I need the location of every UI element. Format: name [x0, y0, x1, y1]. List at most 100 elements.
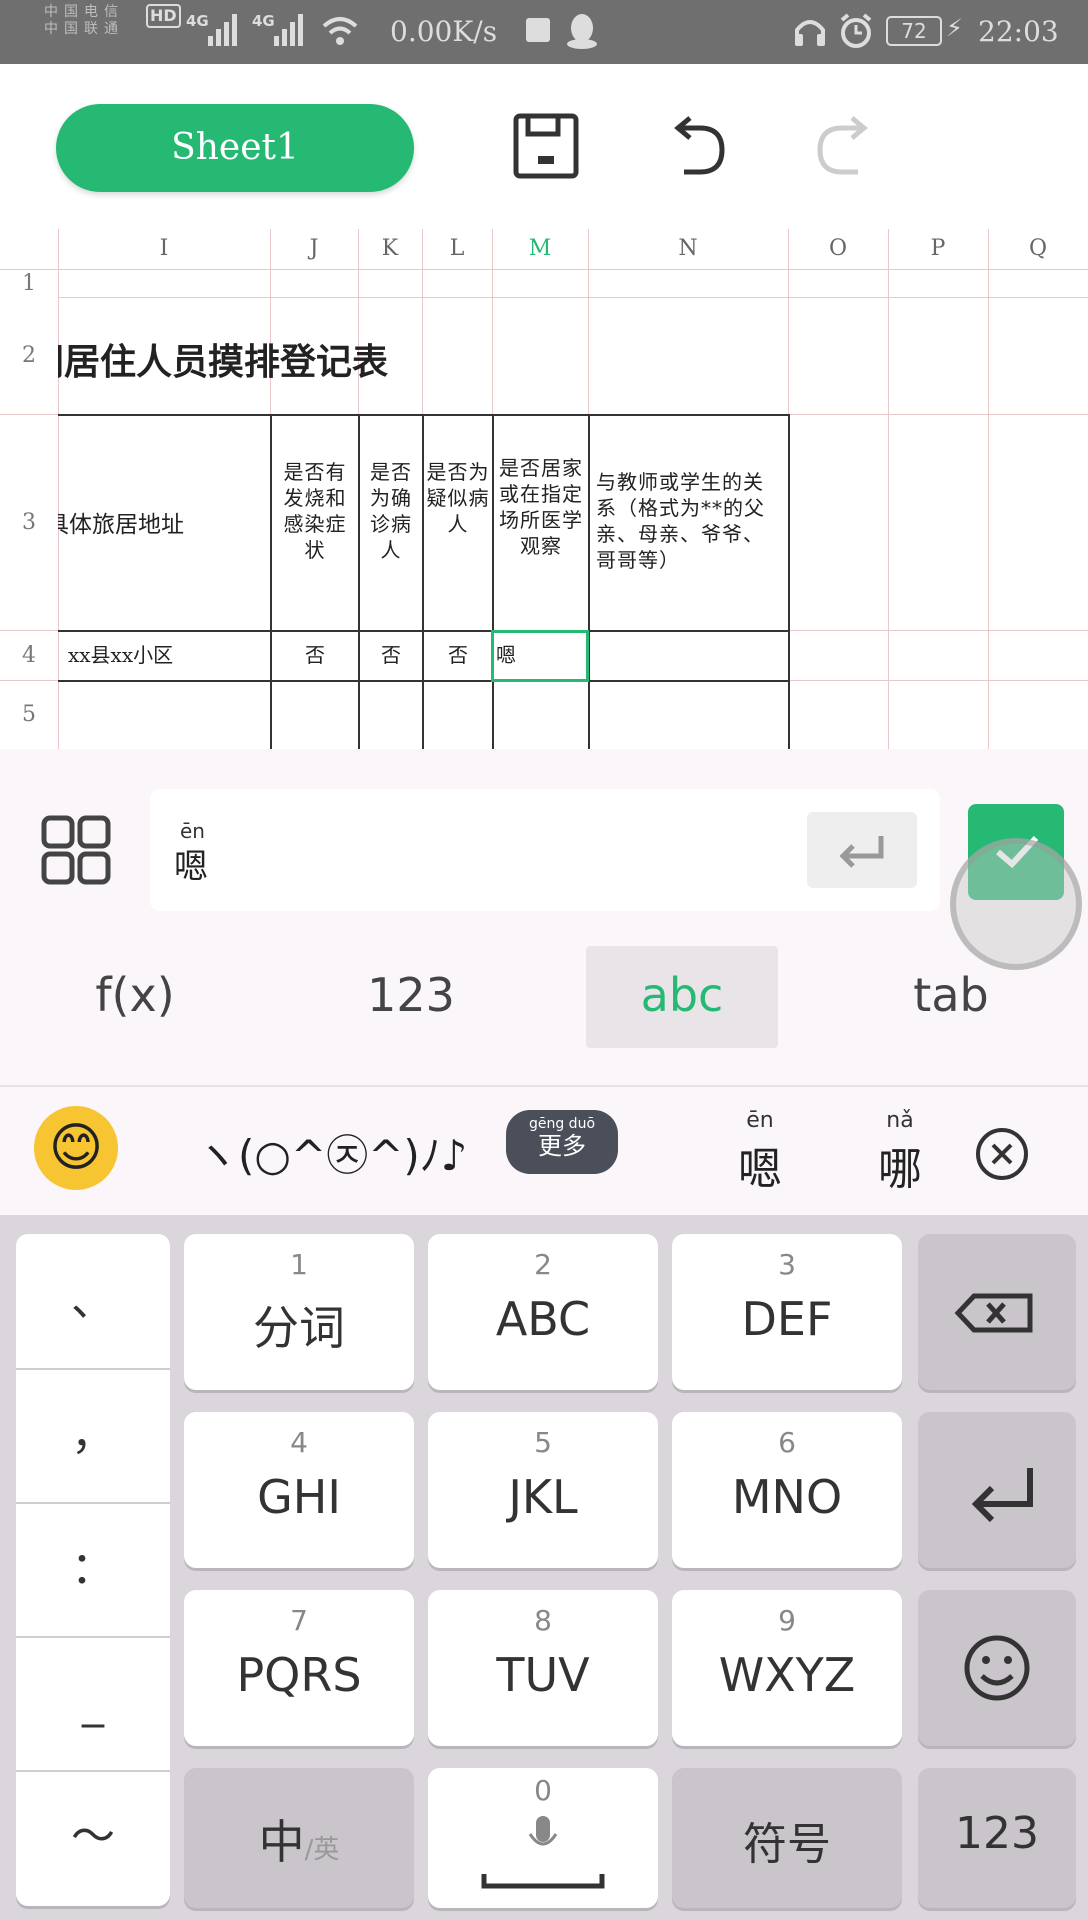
signal-icon — [274, 14, 303, 46]
close-icon[interactable] — [974, 1126, 1030, 1182]
key-label: MNO — [731, 1470, 843, 1524]
key-label: WXYZ — [718, 1648, 856, 1702]
cell-J4[interactable]: 否 — [272, 630, 358, 680]
column-header[interactable]: I — [58, 229, 270, 269]
more-candidates-button[interactable]: gēng duō 更多 — [506, 1110, 618, 1174]
key-label: 符号 — [743, 1819, 831, 1870]
column-header[interactable]: J — [270, 229, 358, 269]
column-header[interactable]: P — [888, 229, 988, 269]
enter-button[interactable] — [807, 812, 917, 888]
clock: 22:03 — [978, 15, 1059, 48]
symbol-key[interactable]: 符号 — [672, 1768, 902, 1908]
grid-menu-icon[interactable] — [40, 814, 112, 886]
key-number: 7 — [290, 1604, 308, 1637]
sheet-tab-button[interactable]: Sheet1 — [56, 104, 414, 192]
key-8[interactable]: 8 TUV — [428, 1590, 658, 1746]
spreadsheet-grid[interactable]: I J K L M N O P Q 1 2 3 4 5 同居住人员摸排登记表 具… — [0, 229, 1088, 749]
column-header[interactable]: K — [358, 229, 422, 269]
emoji-text: 😊 — [48, 1118, 104, 1178]
punctuation-column[interactable]: 、 ， ： _ ～ — [16, 1234, 170, 1906]
battery-level: 72 — [901, 19, 927, 43]
header-cell-address[interactable]: 具体旅居地址 — [58, 414, 270, 630]
network-type-2: 4G — [252, 12, 275, 30]
row-header[interactable]: 2 — [0, 297, 58, 414]
header-cell-observation[interactable]: 是否居家或在指定场所医学观察 — [497, 455, 585, 559]
key-1[interactable]: 1 分词 — [184, 1234, 414, 1390]
punct-key[interactable]: ， — [16, 1368, 170, 1502]
header-cell-fever[interactable]: 是否有发烧和感染症状 — [274, 459, 356, 563]
key-number: 4 — [290, 1426, 308, 1459]
column-header[interactable]: M — [492, 229, 588, 269]
row-header[interactable]: 1 — [0, 269, 58, 297]
carrier-bottom: 中国联通 — [44, 21, 124, 37]
mode-abc[interactable]: abc — [586, 945, 778, 1045]
wifi-icon — [322, 17, 358, 45]
header-text: 具体旅居地址 — [58, 512, 184, 538]
key-6[interactable]: 6 MNO — [672, 1412, 902, 1568]
emoji-key[interactable] — [918, 1590, 1076, 1746]
language-switch-key[interactable]: 中/英 — [184, 1768, 414, 1908]
undo-icon[interactable] — [656, 106, 736, 186]
key-7[interactable]: 7 PQRS — [184, 1590, 414, 1746]
notification-icon — [526, 18, 550, 42]
mode-123[interactable]: 123 — [316, 945, 506, 1045]
key-number: 6 — [778, 1426, 796, 1459]
smiley-icon — [964, 1635, 1030, 1701]
key-label: TUV — [496, 1648, 590, 1702]
carrier-top: 中国电信 — [44, 4, 124, 20]
candidate-pinyin: nǎ — [886, 1108, 914, 1133]
number-key[interactable]: 123 — [918, 1768, 1076, 1908]
redo-icon[interactable] — [806, 106, 886, 186]
network-type-1: 4G — [186, 12, 209, 30]
header-cell-confirmed[interactable]: 是否为确诊病人 — [362, 459, 420, 563]
key-4[interactable]: 4 GHI — [184, 1412, 414, 1568]
more-label: 更多 — [538, 1132, 586, 1160]
candidate-2[interactable]: nǎ 哪 — [860, 1108, 940, 1197]
key-5[interactable]: 5 JKL — [428, 1412, 658, 1568]
column-header[interactable]: L — [422, 229, 492, 269]
punct-key[interactable]: ～ — [16, 1770, 170, 1904]
emoji-candidate[interactable]: 😊 — [34, 1106, 118, 1190]
carrier-labels: 中国电信 中国联通 — [44, 4, 124, 38]
column-header[interactable]: O — [788, 229, 888, 269]
key-number: 3 — [778, 1248, 796, 1281]
punct-key[interactable]: ： — [16, 1502, 170, 1636]
key-9[interactable]: 9 WXYZ — [672, 1590, 902, 1746]
mode-tab[interactable]: tab — [856, 945, 1046, 1045]
key-label: 分词 — [253, 1301, 345, 1355]
backspace-key[interactable] — [918, 1234, 1076, 1390]
alarm-icon — [840, 13, 872, 48]
return-icon — [971, 1468, 1033, 1523]
header-cell-relation[interactable]: 与教师或学生的关系（格式为**的父亲、母亲、爷爷、哥哥等） — [596, 469, 782, 573]
column-header[interactable]: Q — [988, 229, 1088, 269]
key-label: 123 — [955, 1808, 1039, 1859]
save-icon[interactable] — [506, 106, 586, 186]
key-2[interactable]: 2 ABC — [428, 1234, 658, 1390]
cell-K4[interactable]: 否 — [360, 630, 422, 680]
qq-icon — [567, 14, 597, 49]
space-key[interactable]: 0 — [428, 1768, 658, 1908]
return-key[interactable] — [918, 1412, 1076, 1568]
key-number: 1 — [290, 1248, 308, 1281]
candidate-pinyin: ēn — [746, 1108, 774, 1133]
candidate-1[interactable]: ēn 嗯 — [720, 1108, 800, 1197]
row-header[interactable]: 5 — [0, 680, 58, 749]
sheet-title-cell[interactable]: 同居住人员摸排登记表 — [58, 297, 718, 414]
header-cell-suspected[interactable]: 是否为疑似病人 — [426, 459, 490, 537]
lang-sub: /英 — [304, 1835, 340, 1865]
column-header[interactable]: N — [588, 229, 788, 269]
punct-key[interactable]: 、 — [16, 1234, 170, 1368]
row-header[interactable]: 3 — [0, 414, 58, 630]
kaomoji-candidate[interactable]: ヽ(○^㉨^)ﾉ♪ — [196, 1122, 468, 1183]
cell-N4[interactable] — [592, 630, 786, 680]
mode-fx[interactable]: f(x) — [40, 945, 230, 1045]
key-3[interactable]: 3 DEF — [672, 1234, 902, 1390]
key-number: 5 — [534, 1426, 552, 1459]
punct-key[interactable]: _ — [16, 1636, 170, 1770]
cell-L4[interactable]: 否 — [424, 630, 492, 680]
row-header[interactable]: 4 — [0, 630, 58, 680]
battery-icon: 72 — [886, 16, 942, 46]
cell-I4[interactable]: xx县xx小区 — [68, 630, 268, 680]
key-number: 8 — [534, 1604, 552, 1637]
status-bar: 中国电信 中国联通 HD 4G 4G 0.00K/s 72 ⚡ 22:03 — [0, 0, 1088, 64]
